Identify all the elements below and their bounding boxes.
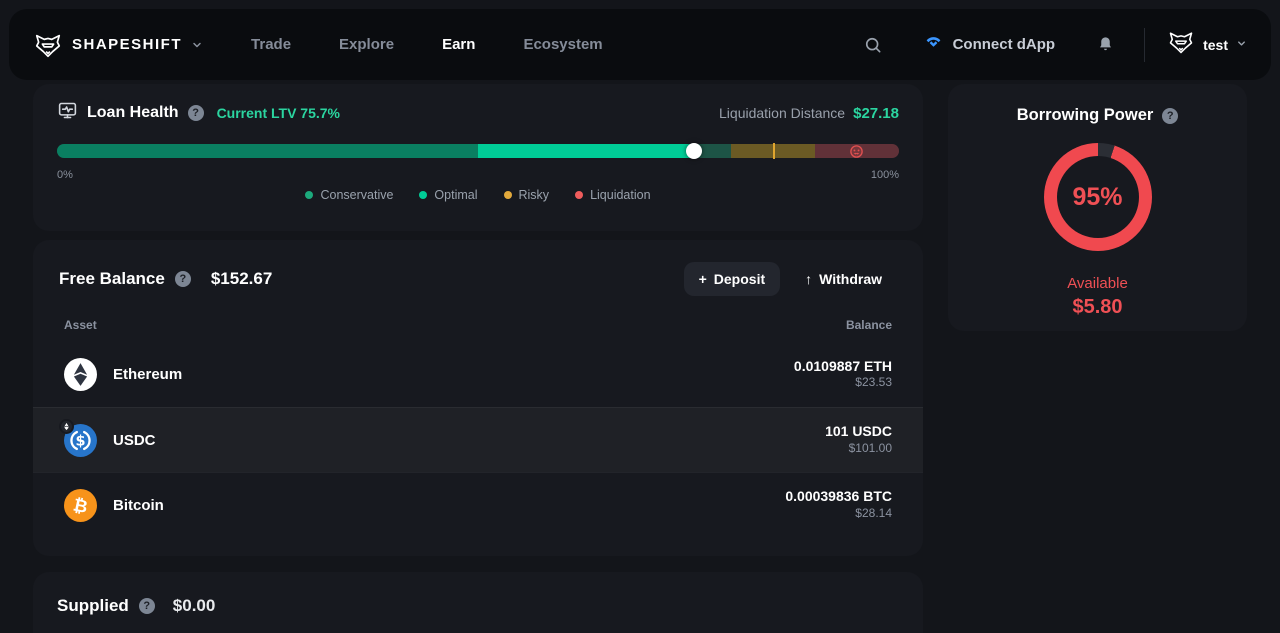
top-navigation: SHAPESHIFT Trade Explore Earn Ecosystem xyxy=(9,9,1271,80)
earn-page: SHAPESHIFT Trade Explore Earn Ecosystem xyxy=(0,0,1280,633)
borrowing-power-help-icon[interactable]: ? xyxy=(1162,107,1179,124)
asset-amount: 101 USDC xyxy=(825,423,892,440)
shapeshift-fox-icon xyxy=(33,30,63,60)
borrowing-power-donut-chart: 95% xyxy=(1043,143,1152,251)
ethereum-icon xyxy=(64,358,97,391)
liquidation-distance-label: Liquidation Distance xyxy=(719,105,846,121)
ltv-zone-optimal-filled xyxy=(478,144,695,158)
ltv-slider xyxy=(57,143,899,159)
brand-wordmark: SHAPESHIFT xyxy=(72,36,183,53)
asset-row-usdc[interactable]: $ USDC 101 USDC $101.00 xyxy=(33,407,923,472)
legend-item-risky: Risky xyxy=(503,188,550,202)
loan-health-title: Loan Health xyxy=(87,104,179,121)
withdraw-label: Withdraw xyxy=(819,271,882,287)
asset-row-ethereum[interactable]: Ethereum 0.0109887 ETH $23.53 xyxy=(33,342,923,407)
free-balance-title: Free Balance xyxy=(59,269,165,288)
skull-icon xyxy=(849,143,865,159)
nav-divider xyxy=(1144,27,1146,62)
connect-dapp-label: Connect dApp xyxy=(952,36,1056,53)
asset-fiat: $23.53 xyxy=(855,375,892,390)
plus-icon: + xyxy=(698,271,707,287)
loan-health-card: Loan Health ? Current LTV 75.7% Liquidat… xyxy=(33,84,923,231)
supplied-total: $0.00 xyxy=(172,596,216,615)
available-block: Available $5.80 xyxy=(948,275,1247,319)
deposit-label: Deposit xyxy=(713,271,766,287)
asset-table: Ethereum 0.0109887 ETH $23.53 $ USDC 101… xyxy=(33,342,923,537)
borrowing-power-header: Borrowing Power ? xyxy=(948,106,1247,125)
supplied-help-icon[interactable]: ? xyxy=(138,598,155,614)
brand-chevron-down-icon xyxy=(191,39,203,51)
free-balance-card: Free Balance ? $152.67 + Deposit ↑ Withd… xyxy=(33,240,923,556)
ltv-legend: Conservative Optimal Risky Liquidation xyxy=(57,188,899,202)
wallet-fox-icon xyxy=(1167,28,1195,61)
loan-health-header: Loan Health ? Current LTV 75.7% Liquidat… xyxy=(57,96,899,130)
supplied-header: Supplied ? $0.00 xyxy=(57,596,899,616)
free-balance-total: $152.67 xyxy=(210,269,273,288)
wallet-chevron-down-icon xyxy=(1236,36,1247,54)
notifications-bell-icon[interactable] xyxy=(1097,35,1114,54)
asset-name: Ethereum xyxy=(113,366,183,383)
legend-label-liquidation: Liquidation xyxy=(590,188,651,202)
asset-amount: 0.0109887 ETH xyxy=(793,357,892,374)
arrow-up-icon: ↑ xyxy=(805,271,813,287)
connect-dapp-button[interactable]: Connect dApp xyxy=(923,35,1056,54)
asset-amount: 0.00039836 BTC xyxy=(785,488,892,505)
asset-fiat: $28.14 xyxy=(855,505,892,520)
legend-label-risky: Risky xyxy=(518,188,550,202)
scale-max-label: 100% xyxy=(870,169,899,181)
asset-name: Bitcoin xyxy=(113,496,164,514)
legend-item-liquidation: Liquidation xyxy=(575,188,651,202)
nav-item-earn[interactable]: Earn xyxy=(442,36,475,53)
legend-dot-conservative xyxy=(305,191,314,199)
brand[interactable]: SHAPESHIFT xyxy=(33,30,203,60)
health-monitor-icon xyxy=(57,100,78,126)
search-icon[interactable] xyxy=(863,35,883,55)
available-value: $5.80 xyxy=(1072,296,1123,318)
legend-dot-liquidation xyxy=(575,191,584,199)
wallet-name: test xyxy=(1203,36,1228,53)
free-balance-header: Free Balance ? $152.67 + Deposit ↑ Withd… xyxy=(33,240,923,296)
deposit-button[interactable]: + Deposit xyxy=(683,262,781,296)
nav-item-explore[interactable]: Explore xyxy=(339,36,394,53)
supplied-title: Supplied xyxy=(57,596,129,615)
withdraw-button[interactable]: ↑ Withdraw xyxy=(790,262,897,296)
liquidation-distance-value: $27.18 xyxy=(853,104,899,122)
wallet-menu-button[interactable]: test xyxy=(1167,28,1247,61)
svg-text:$: $ xyxy=(75,433,85,449)
nav-item-trade[interactable]: Trade xyxy=(251,36,291,53)
main-menu: Trade Explore Earn Ecosystem xyxy=(251,36,603,53)
legend-item-conservative: Conservative xyxy=(305,188,393,202)
scale-min-label: 0% xyxy=(57,169,73,181)
legend-item-optimal: Optimal xyxy=(419,188,478,202)
ltv-scale: 0% 100% xyxy=(57,169,899,181)
legend-label-conservative: Conservative xyxy=(320,188,394,202)
asset-row-bitcoin[interactable]: ₿ Bitcoin 0.00039836 BTC $28.14 xyxy=(33,472,923,537)
asset-table-header: Asset Balance xyxy=(33,296,923,342)
asset-fiat: $101.00 xyxy=(848,440,892,455)
available-label: Available xyxy=(1067,275,1128,292)
ltv-zone-conservative-filled xyxy=(57,144,478,158)
nav-right-group: Connect dApp test xyxy=(863,27,1247,62)
asset-name: USDC xyxy=(113,431,156,449)
ltv-liquidation-marker xyxy=(772,143,775,159)
loan-health-help-icon[interactable]: ? xyxy=(187,105,204,121)
free-balance-help-icon[interactable]: ? xyxy=(174,271,191,287)
walletconnect-icon xyxy=(923,35,944,54)
legend-label-optimal: Optimal xyxy=(434,188,478,202)
bitcoin-icon: ₿ xyxy=(64,488,97,522)
nav-item-ecosystem[interactable]: Ecosystem xyxy=(523,36,602,53)
supplied-card: Supplied ? $0.00 xyxy=(33,572,923,633)
legend-dot-optimal xyxy=(419,191,428,199)
column-header-balance: Balance xyxy=(845,318,892,332)
current-ltv-value: Current LTV 75.7% xyxy=(216,105,340,121)
column-header-asset: Asset xyxy=(64,318,97,332)
legend-dot-risky xyxy=(503,191,512,199)
borrowing-power-percent: 95% xyxy=(1072,182,1123,211)
ethereum-network-badge-icon xyxy=(59,418,74,434)
usdc-icon: $ xyxy=(59,418,97,457)
borrowing-power-title: Borrowing Power xyxy=(1016,106,1154,124)
borrowing-power-card: Borrowing Power ? 95% Available $5.80 xyxy=(948,84,1247,331)
